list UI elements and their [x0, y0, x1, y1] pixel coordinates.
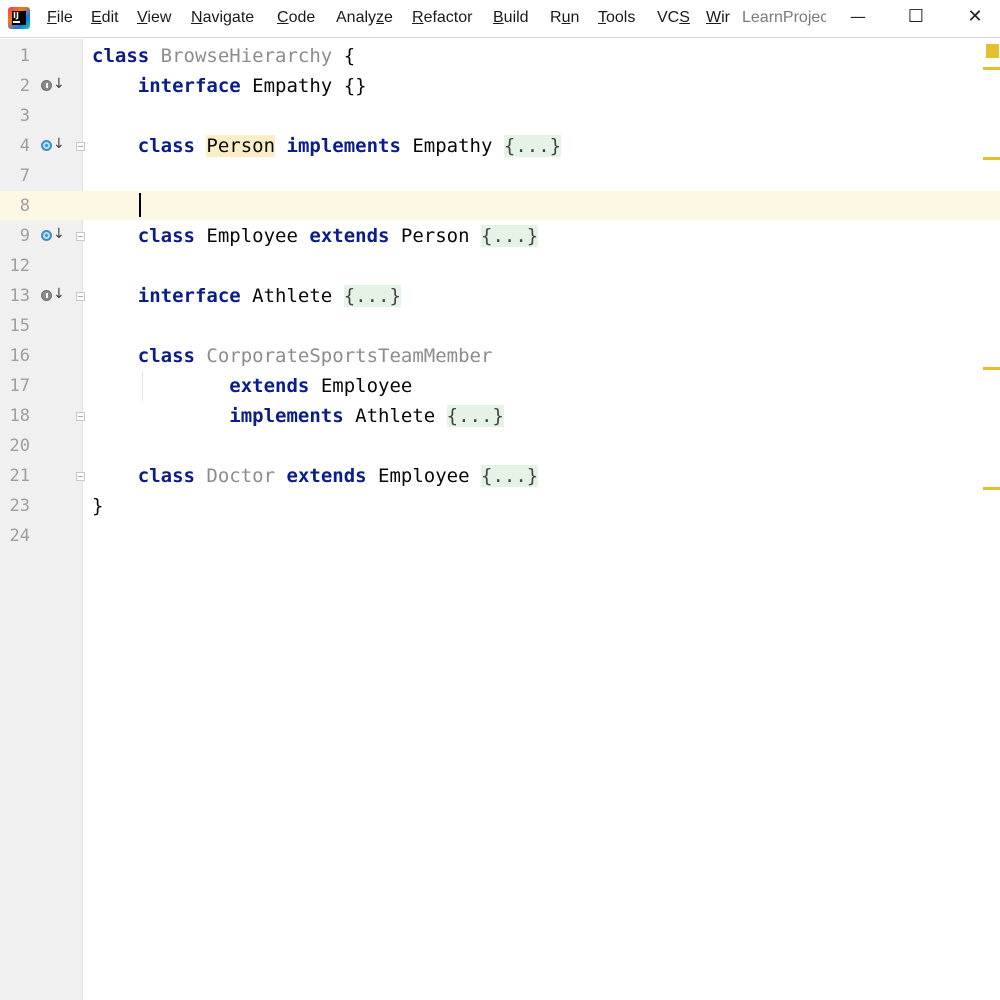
code-line-4[interactable]: class Person implements Empathy {...} [92, 131, 562, 161]
minimize-button[interactable]: — [833, 0, 883, 32]
line-number: 8 [19, 196, 30, 216]
text-caret [139, 193, 141, 217]
folded-region[interactable]: {...} [446, 405, 504, 427]
subclassed-class-icon[interactable]: ↓ [41, 136, 65, 155]
line-number: 1 [19, 46, 30, 66]
line-number: 17 [9, 376, 30, 396]
minimize-icon: — [850, 6, 866, 26]
code-line-18[interactable]: implements Athlete {...} [92, 401, 504, 431]
menu-code[interactable]: Code [277, 9, 315, 27]
line-number: 16 [9, 346, 30, 366]
code-line-9[interactable]: class Employee extends Person {...} [92, 221, 539, 251]
implemented-interface-icon[interactable]: ↓ [41, 76, 65, 95]
menu-refactor[interactable]: Refactor [412, 9, 472, 27]
code-line-2[interactable]: interface Empathy {} [92, 71, 367, 101]
menu-file[interactable]: File [47, 9, 73, 27]
editor-gutter[interactable]: 1 2 3 4 7 8 9 12 13 15 16 17 18 20 21 23… [0, 39, 85, 1000]
inspection-status-icon[interactable] [986, 44, 999, 58]
fold-expand-icon[interactable] [76, 472, 85, 481]
warning-stripe-mark[interactable] [983, 487, 1000, 490]
code-line-16[interactable]: class CorporateSportsTeamMember [92, 341, 493, 371]
intellij-app-icon[interactable]: IJ [8, 7, 30, 29]
code-line-13[interactable]: interface Athlete {...} [92, 281, 401, 311]
code-line-23[interactable]: } [92, 491, 103, 521]
menu-run[interactable]: Run [550, 9, 579, 27]
title-menu-bar: IJ File Edit View Navigate Code Analyze … [0, 0, 1000, 38]
subclassed-class-icon[interactable]: ↓ [41, 226, 65, 245]
caret-row-highlight [83, 191, 1000, 220]
line-number: 15 [9, 316, 30, 336]
menu-window[interactable]: Wir [706, 9, 731, 27]
menu-edit[interactable]: Edit [91, 9, 119, 27]
maximize-button[interactable]: ☐ [891, 0, 941, 32]
close-icon: ✕ [967, 5, 983, 27]
maximize-icon: ☐ [907, 5, 925, 27]
folded-region[interactable]: {...} [481, 225, 539, 247]
line-number: 24 [9, 526, 30, 546]
line-number: 9 [19, 226, 30, 246]
menu-navigate[interactable]: Navigate [191, 9, 254, 27]
project-title: LearnProject [742, 9, 826, 26]
code-line-1[interactable]: class BrowseHierarchy { [92, 41, 355, 71]
fold-expand-icon[interactable] [76, 412, 85, 421]
highlighted-identifier: Person [206, 135, 276, 157]
warning-stripe-mark[interactable] [983, 157, 1000, 160]
line-number: 20 [9, 436, 30, 456]
line-number: 3 [19, 106, 30, 126]
line-number: 7 [19, 166, 30, 186]
line-number: 2 [19, 76, 30, 96]
close-window-button[interactable]: ✕ [950, 0, 1000, 32]
fold-expand-icon[interactable] [76, 292, 85, 301]
menu-vcs[interactable]: VCS [657, 9, 690, 27]
folded-region[interactable]: {...} [503, 135, 562, 157]
line-number: 21 [9, 466, 30, 486]
fold-expand-icon[interactable] [76, 232, 85, 241]
code-line-21[interactable]: class Doctor extends Employee {...} [92, 461, 539, 491]
menu-analyze[interactable]: Analyze [336, 9, 393, 27]
menu-view[interactable]: View [137, 9, 171, 27]
menu-tools[interactable]: Tools [598, 9, 635, 27]
line-number: 12 [9, 256, 30, 276]
line-number: 13 [9, 286, 30, 306]
line-number: 4 [19, 136, 30, 156]
implemented-interface-icon[interactable]: ↓ [41, 286, 65, 305]
line-number: 18 [9, 406, 30, 426]
warning-stripe-mark[interactable] [983, 367, 1000, 370]
menu-build[interactable]: Build [493, 9, 529, 27]
folded-region[interactable]: {...} [343, 285, 401, 307]
line-number: 23 [9, 496, 30, 516]
fold-expand-icon[interactable] [76, 142, 85, 151]
folded-region[interactable]: {...} [481, 465, 539, 487]
warning-stripe-mark[interactable] [983, 67, 1000, 70]
code-line-17[interactable]: extends Employee [92, 371, 412, 401]
